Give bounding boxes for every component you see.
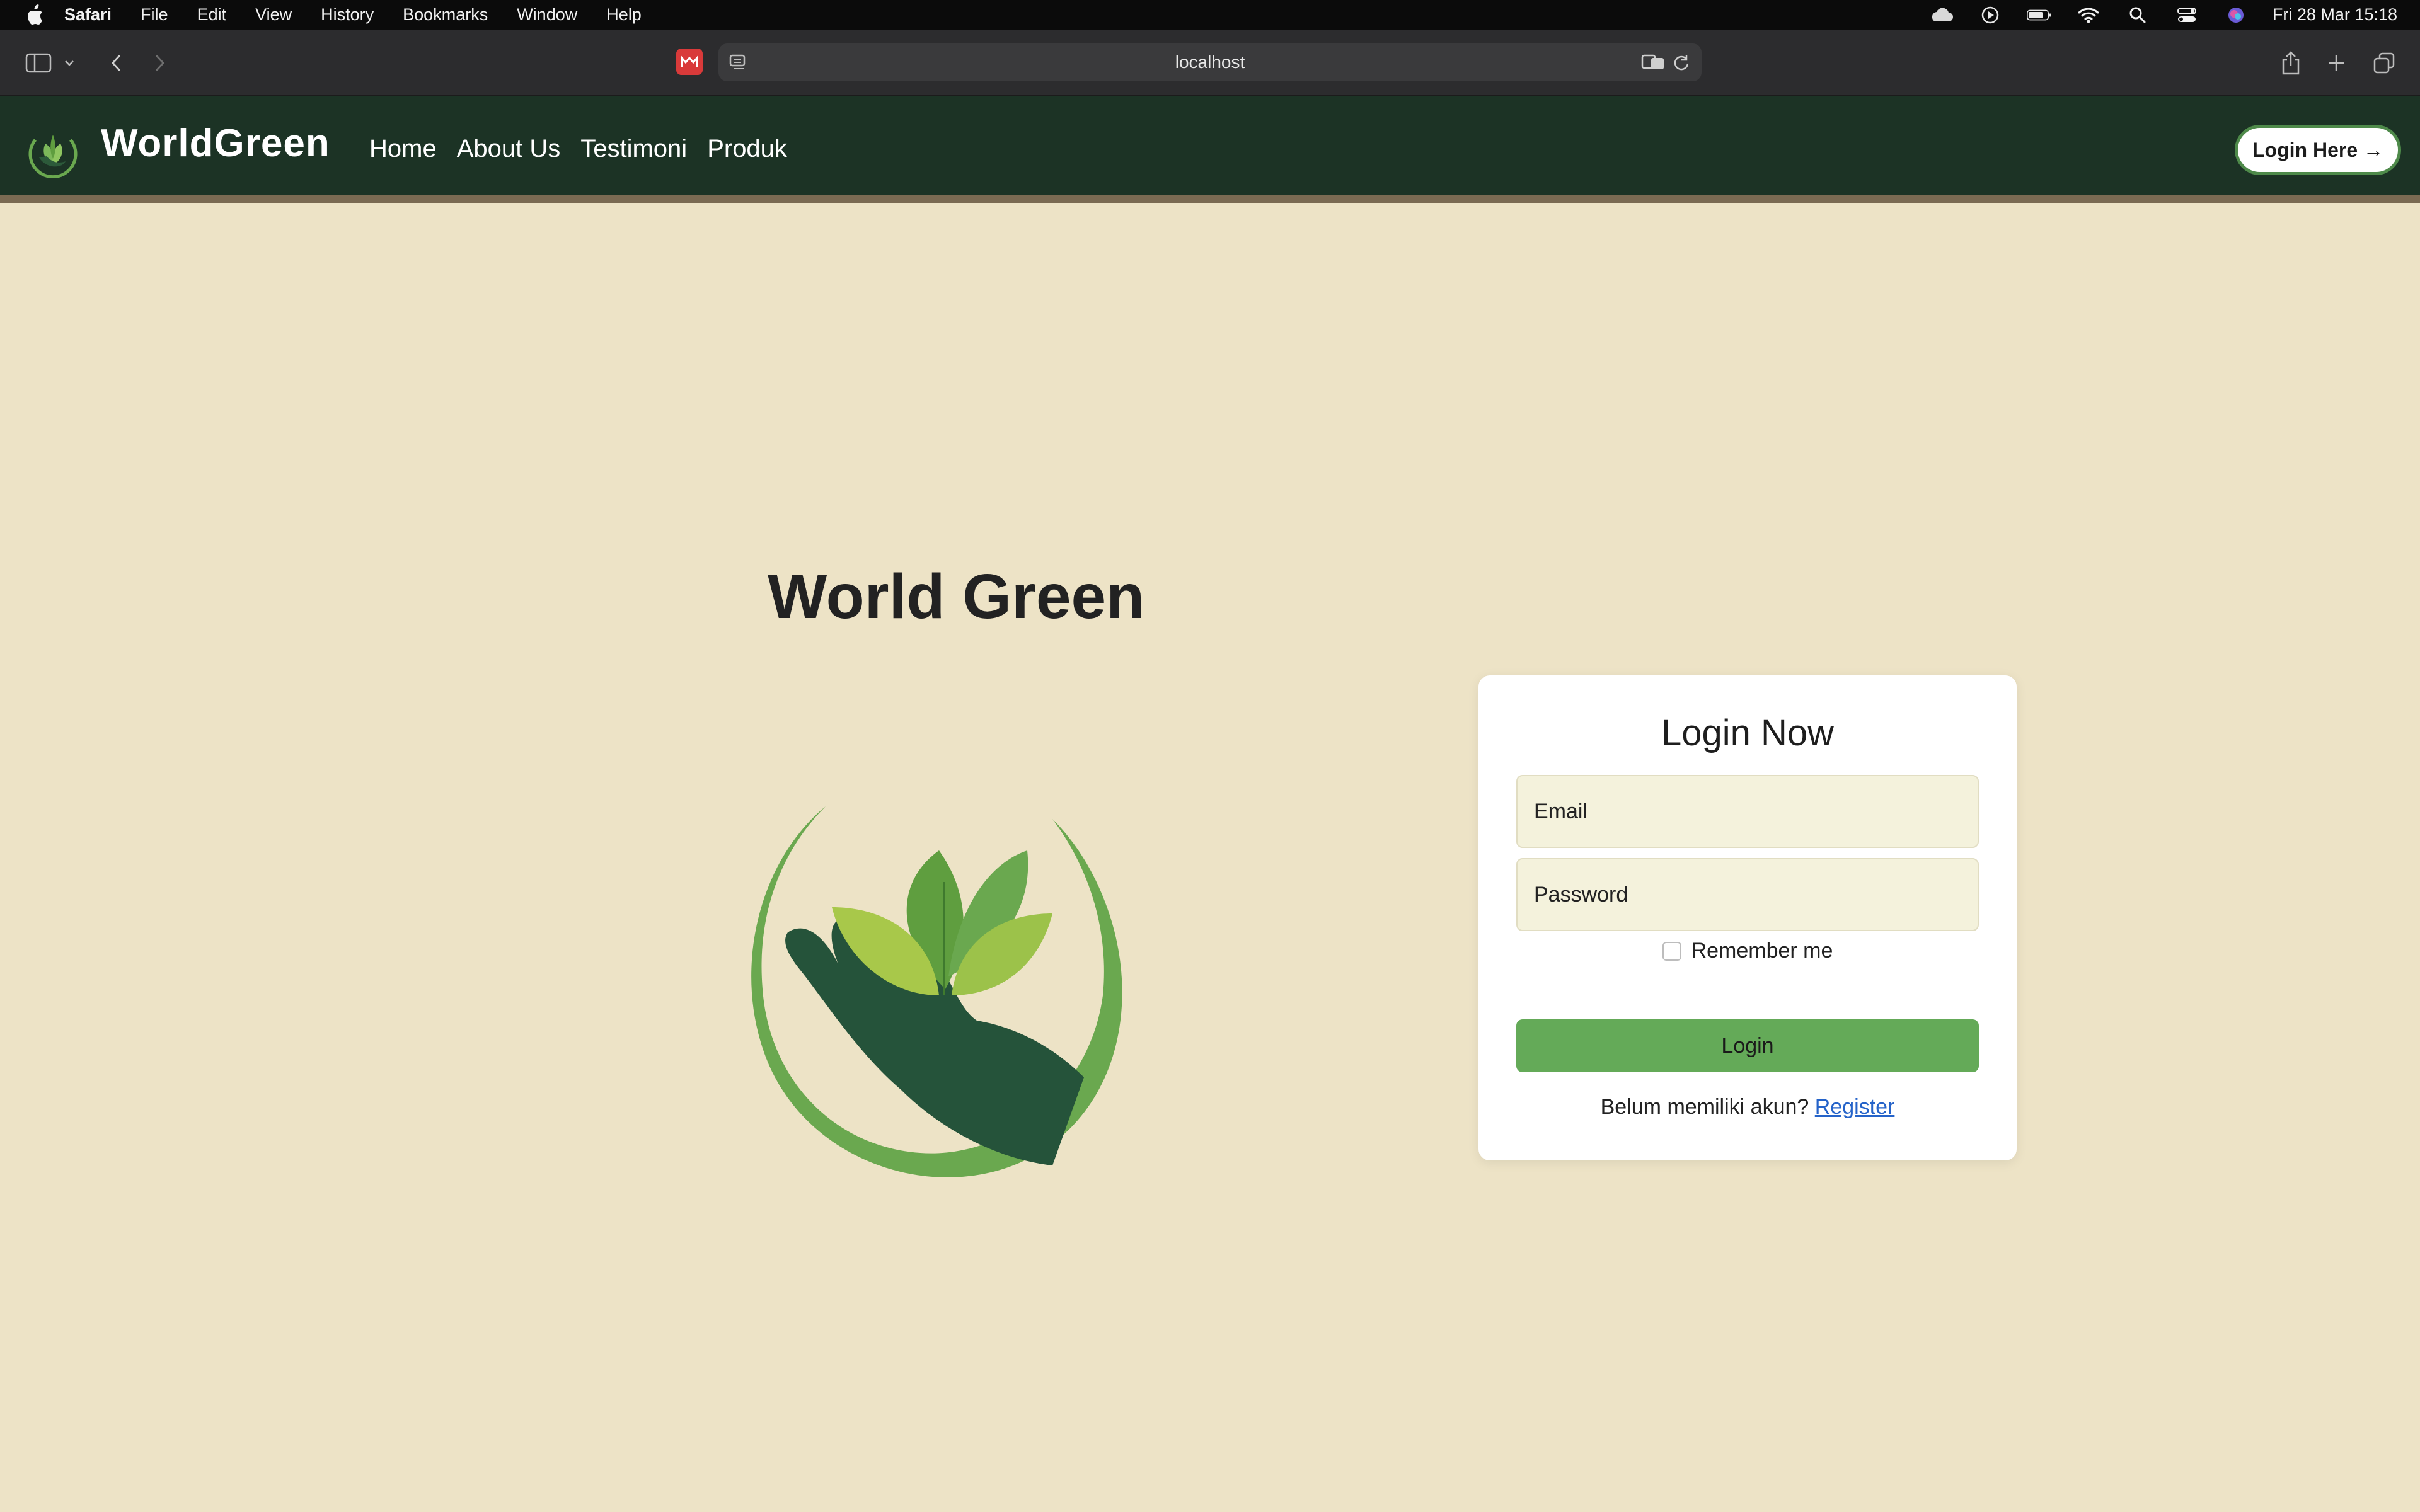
play-icon[interactable]	[1978, 6, 2003, 23]
password-field[interactable]	[1516, 858, 1979, 931]
extension-icon[interactable]	[676, 49, 703, 75]
site-navbar: WorldGreen Home About Us Testimoni Produ…	[0, 96, 2420, 203]
search-icon[interactable]	[2125, 7, 2150, 23]
control-center-icon[interactable]	[2174, 7, 2199, 23]
menu-bar: Safari File Edit View History Bookmarks …	[0, 0, 2420, 30]
login-here-button[interactable]: Login Here →	[2235, 125, 2401, 175]
login-card: Login Now Remember me Login Belum memili…	[1478, 675, 2017, 1160]
login-button[interactable]: Login	[1516, 1019, 1979, 1072]
brand-logo-icon[interactable]	[26, 121, 79, 178]
remember-me-checkbox[interactable]	[1662, 941, 1681, 961]
battery-icon[interactable]	[2026, 7, 2052, 23]
reload-icon[interactable]	[1673, 54, 1690, 74]
cloud-icon[interactable]	[1928, 7, 1954, 23]
share-icon[interactable]	[2275, 47, 2307, 79]
register-link[interactable]: Register	[1815, 1095, 1895, 1119]
new-tab-icon[interactable]	[2320, 47, 2352, 79]
hand-plant-logo-icon	[751, 806, 1122, 1177]
login-title: Login Now	[1661, 713, 1835, 753]
remember-me-label[interactable]: Remember me	[1691, 939, 1833, 963]
nav-testimoni[interactable]: Testimoni	[580, 135, 687, 163]
chevron-down-icon[interactable]	[57, 47, 82, 79]
url-text: localhost	[1175, 52, 1245, 72]
menu-view[interactable]: View	[255, 5, 292, 25]
nav-about-us[interactable]: About Us	[457, 135, 561, 163]
brand-name[interactable]: WorldGreen	[101, 121, 330, 166]
email-field[interactable]	[1516, 775, 1979, 848]
sidebar-toggle-icon[interactable]	[23, 47, 54, 79]
translate-icon[interactable]	[1641, 54, 1666, 74]
menu-edit[interactable]: Edit	[197, 5, 227, 25]
nav-home[interactable]: Home	[369, 135, 437, 163]
menu-bookmarks[interactable]: Bookmarks	[403, 5, 488, 25]
menu-history[interactable]: History	[321, 5, 374, 25]
tab-overview-icon[interactable]	[2368, 47, 2400, 79]
wifi-icon[interactable]	[2076, 7, 2101, 23]
menu-safari[interactable]: Safari	[64, 5, 112, 25]
address-bar[interactable]: localhost	[718, 43, 1702, 81]
browser-toolbar: localhost	[0, 30, 2420, 96]
nav-links: Home About Us Testimoni Produk	[369, 135, 787, 163]
nav-produk[interactable]: Produk	[707, 135, 787, 163]
page-title: World Green	[768, 561, 1145, 632]
menu-window[interactable]: Window	[517, 5, 577, 25]
siri-icon[interactable]	[2223, 7, 2249, 23]
apple-icon[interactable]	[25, 4, 44, 26]
remember-me: Remember me	[1478, 939, 2017, 963]
menu-help[interactable]: Help	[606, 5, 642, 25]
menu-file[interactable]: File	[141, 5, 168, 25]
menubar-clock[interactable]: Fri 28 Mar 15:18	[2273, 5, 2397, 25]
login-here-label: Login Here →	[2252, 138, 2383, 161]
forward-icon[interactable]	[144, 47, 175, 79]
login-button-label: Login	[1721, 1033, 1774, 1058]
back-icon[interactable]	[101, 47, 132, 79]
register-prompt: Belum memiliki akun?	[1600, 1095, 1809, 1119]
register-line: Belum memiliki akun? Register	[1478, 1095, 2017, 1120]
